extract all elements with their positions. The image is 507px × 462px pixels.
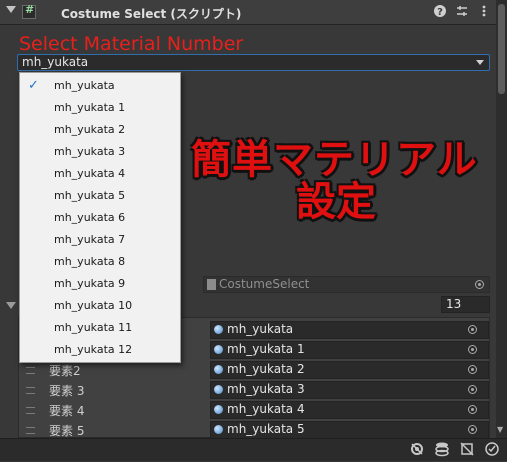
dropdown-option-label: mh_yukata 3 <box>54 145 126 158</box>
object-picker-icon[interactable] <box>468 345 477 354</box>
list-element-label: 要素 3 <box>49 384 85 398</box>
list-element-label: 要素 5 <box>49 424 85 438</box>
dropdown-option[interactable]: ✓ mh_yukata <box>20 75 180 97</box>
dropdown-option-label: mh_yukata <box>54 79 115 92</box>
dropdown-option-label: mh_yukata 7 <box>54 233 126 246</box>
list-size-value: 13 <box>446 297 462 311</box>
svg-text:?: ? <box>437 7 443 18</box>
dropdown-option-label: mh_yukata 4 <box>54 167 126 180</box>
dropdown-option-label: mh_yukata 12 <box>54 343 133 356</box>
status-bar <box>0 438 507 461</box>
drag-handle-icon[interactable] <box>26 407 35 414</box>
dropdown-option[interactable]: mh_yukata 12 <box>20 339 180 361</box>
dropdown-caret-icon <box>476 60 484 65</box>
material-field-value: mh_yukata 3 <box>227 382 305 396</box>
checkmark-icon: ✓ <box>28 78 39 93</box>
dropdown-option[interactable]: mh_yukata 6 <box>20 207 180 229</box>
material-field-value: mh_yukata 5 <box>227 422 305 436</box>
dropdown-option-label: mh_yukata 10 <box>54 299 133 312</box>
drag-handle-icon[interactable] <box>26 367 35 374</box>
scroll-down-arrow-icon[interactable]: ▼ <box>497 425 503 434</box>
settings-icon[interactable] <box>409 441 425 457</box>
dropdown-option[interactable]: mh_yukata 5 <box>20 185 180 207</box>
material-field-value: mh_yukata 4 <box>227 402 305 416</box>
dropdown-option[interactable]: mh_yukata 11 <box>20 317 180 339</box>
debug-icon[interactable] <box>459 441 475 457</box>
object-picker-icon[interactable] <box>468 325 477 334</box>
dropdown-option[interactable]: mh_yukata 9 <box>20 273 180 295</box>
material-icon <box>214 325 223 334</box>
dropdown-option[interactable]: mh_yukata 2 <box>20 119 180 141</box>
dropdown-option-label: mh_yukata 2 <box>54 123 126 136</box>
console-icon[interactable] <box>484 441 500 457</box>
script-icon: # <box>25 3 35 16</box>
object-picker-icon[interactable] <box>468 365 477 374</box>
object-picker-icon[interactable] <box>468 385 477 394</box>
list-element-label: 要素2 <box>49 364 81 378</box>
drag-handle-icon[interactable] <box>26 427 35 434</box>
foldout-arrow-icon[interactable] <box>6 6 16 13</box>
help-icon[interactable]: ? <box>432 4 448 20</box>
object-picker-icon[interactable] <box>468 405 477 414</box>
dropdown-option-label: mh_yukata 5 <box>54 189 126 202</box>
material-icon <box>214 385 223 394</box>
material-field-value: mh_yukata 2 <box>227 362 305 376</box>
list-foldout-arrow-icon[interactable] <box>6 302 16 309</box>
drag-handle-icon[interactable] <box>26 387 35 394</box>
list-element-label: 要素 4 <box>49 404 85 418</box>
object-picker-icon[interactable] <box>468 425 477 434</box>
scrollbar-thumb[interactable] <box>498 4 505 94</box>
select-material-label: Select Material Number <box>19 33 244 55</box>
dropdown-option[interactable]: mh_yukata 7 <box>20 229 180 251</box>
script-file-icon <box>207 279 216 290</box>
material-icon <box>214 365 223 374</box>
dropdown-option-label: mh_yukata 11 <box>54 321 133 334</box>
material-field-value: mh_yukata 1 <box>227 342 305 356</box>
dropdown-option-label: mh_yukata 1 <box>54 101 126 114</box>
banner-subtitle: 設定 <box>296 179 376 225</box>
dropdown-option[interactable]: mh_yukata 3 <box>20 141 180 163</box>
dropdown-option[interactable]: mh_yukata 10 <box>20 295 180 317</box>
material-field-value: mh_yukata <box>227 322 294 336</box>
presets-icon[interactable] <box>454 4 470 20</box>
component-title: Costume Select (スクリプト) <box>61 7 242 21</box>
context-menu-icon[interactable] <box>476 4 492 20</box>
dropdown-option[interactable]: mh_yukata 8 <box>20 251 180 273</box>
dropdown-option-label: mh_yukata 6 <box>54 211 126 224</box>
script-field-value: CostumeSelect <box>219 277 310 291</box>
dropdown-option[interactable]: mh_yukata 1 <box>20 97 180 119</box>
dropdown-option-label: mh_yukata 8 <box>54 255 126 268</box>
material-icon <box>214 425 223 434</box>
material-dropdown-value: mh_yukata <box>22 55 89 69</box>
material-icon <box>214 405 223 414</box>
dropdown-option[interactable]: mh_yukata 4 <box>20 163 180 185</box>
dropdown-option-label: mh_yukata 9 <box>54 277 126 290</box>
layers-icon[interactable] <box>434 441 450 457</box>
material-icon <box>214 345 223 354</box>
object-picker-icon[interactable] <box>475 280 484 289</box>
